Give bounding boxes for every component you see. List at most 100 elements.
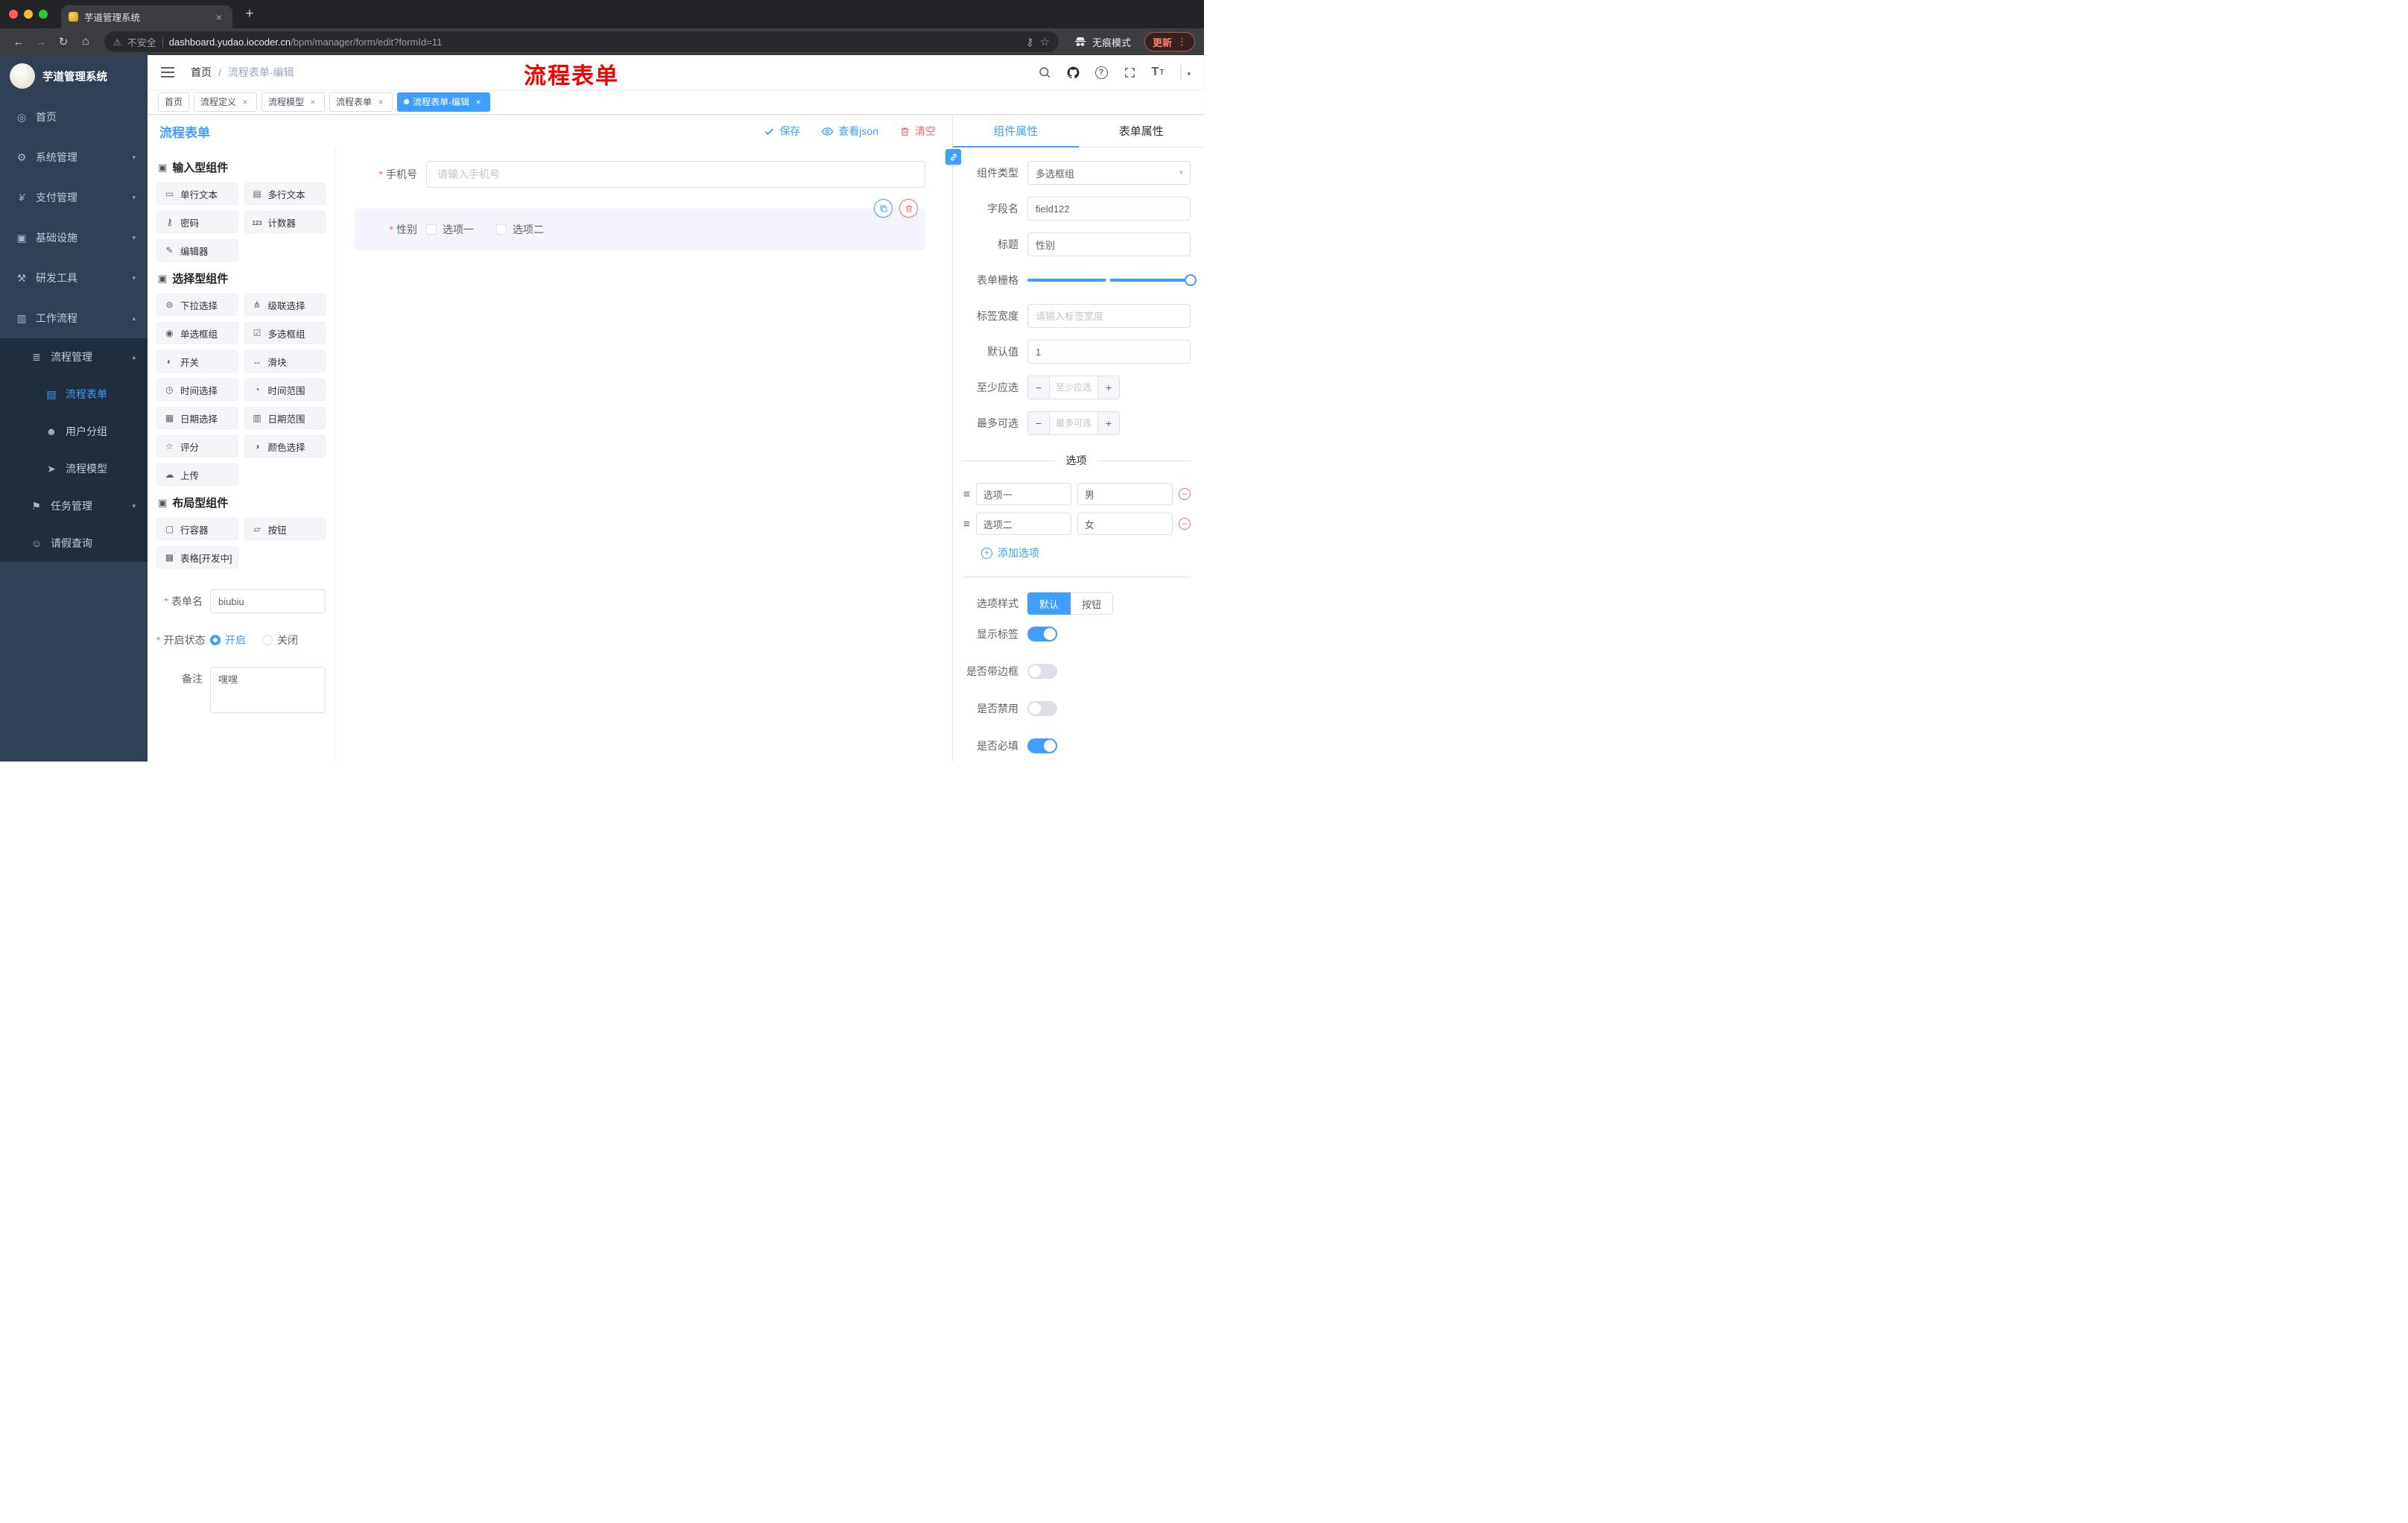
tag-home[interactable]: 首页 (158, 92, 190, 112)
palette-item-editor[interactable]: 编辑器 (156, 239, 238, 262)
sidebar-item-payment[interactable]: 支付管理 (0, 177, 148, 218)
component-type-select[interactable]: 多选框组 (1027, 161, 1191, 185)
minimize-window-button[interactable] (24, 10, 33, 19)
option-label-input[interactable] (975, 483, 1071, 505)
sidebar-item-process-form[interactable]: 流程表单 (0, 376, 148, 413)
clear-button[interactable]: 清空 (899, 124, 936, 139)
sidebar-item-task-management[interactable]: 任务管理 (0, 487, 148, 525)
option-label-input[interactable] (975, 513, 1071, 535)
palette-item-time-range[interactable]: 时间范围 (244, 379, 326, 401)
drag-handle-icon[interactable] (963, 488, 970, 501)
close-icon[interactable] (308, 97, 318, 107)
increase-button[interactable] (1097, 412, 1119, 434)
canvas-field-phone[interactable]: 手机号 (355, 161, 925, 188)
sidebar-item-leave-query[interactable]: 请假查询 (0, 525, 148, 562)
checkbox[interactable] (426, 224, 437, 235)
tab-close-icon[interactable] (213, 11, 225, 23)
style-button-button[interactable]: 按钮 (1071, 592, 1114, 615)
palette-item-checkbox-group[interactable]: 多选框组 (244, 322, 326, 344)
min-select-input[interactable] (1050, 376, 1097, 399)
decrease-button[interactable] (1028, 376, 1050, 399)
option-value-input[interactable] (1077, 513, 1173, 535)
tab-form-props[interactable]: 表单属性 (1079, 115, 1205, 147)
user-avatar[interactable] (1180, 65, 1182, 79)
grid-slider[interactable] (1027, 268, 1197, 292)
help-icon[interactable] (1089, 60, 1113, 84)
disabled-switch[interactable] (1027, 701, 1057, 716)
back-icon[interactable] (9, 32, 28, 51)
checkbox[interactable] (496, 224, 507, 235)
border-switch[interactable] (1027, 664, 1057, 679)
breadcrumb-home[interactable]: 首页 (191, 65, 212, 80)
forward-icon[interactable] (31, 32, 51, 51)
tag-process-form-edit[interactable]: 流程表单-编辑 (397, 92, 491, 112)
slider-handle[interactable] (1185, 274, 1197, 286)
palette-item-select[interactable]: 下拉选择 (156, 294, 238, 316)
close-window-button[interactable] (9, 10, 18, 19)
palette-item-switch[interactable]: 开关 (156, 350, 238, 373)
palette-item-row-container[interactable]: 行容器 (156, 518, 238, 540)
palette-item-date-range[interactable]: 日期范围 (244, 407, 326, 429)
sidebar-item-system[interactable]: 系统管理 (0, 137, 148, 177)
sidebar-item-devtools[interactable]: 研发工具 (0, 258, 148, 298)
palette-item-color-picker[interactable]: 颜色选择 (244, 435, 326, 457)
sidebar-item-workflow[interactable]: 工作流程 (0, 298, 148, 338)
hamburger-menu-icon[interactable] (161, 67, 174, 77)
show-label-switch[interactable] (1027, 627, 1057, 642)
tag-process-model[interactable]: 流程模型 (262, 92, 326, 112)
link-icon[interactable] (945, 149, 961, 165)
font-size-icon[interactable] (1146, 60, 1170, 84)
tab-component-props[interactable]: 组件属性 (953, 115, 1079, 148)
palette-item-slider[interactable]: 滑块 (244, 350, 326, 373)
address-bar[interactable]: 不安全 dashboard.yudao.iocoder.cn/bpm/manag… (104, 31, 1059, 52)
bookmark-star-icon[interactable] (1040, 35, 1050, 48)
gender-option-2[interactable]: 选项二 (496, 222, 544, 237)
tag-process-definition[interactable]: 流程定义 (194, 92, 258, 112)
palette-item-single-line-text[interactable]: 单行文本 (156, 183, 238, 205)
palette-item-radio-group[interactable]: 单选框组 (156, 322, 238, 344)
close-icon[interactable] (376, 97, 386, 107)
phone-input[interactable] (426, 161, 925, 188)
palette-item-rate[interactable]: 评分 (156, 435, 238, 457)
palette-item-time-picker[interactable]: 时间选择 (156, 379, 238, 401)
drag-handle-icon[interactable] (963, 518, 970, 531)
sidebar-item-process-model[interactable]: 流程模型 (0, 450, 148, 487)
palette-item-password[interactable]: 密码 (156, 211, 238, 233)
remark-textarea[interactable]: 嘿嘿 (210, 667, 326, 713)
label-width-input[interactable] (1027, 304, 1191, 328)
field-name-input[interactable] (1027, 197, 1191, 221)
style-default-button[interactable]: 默认 (1027, 592, 1071, 615)
option-value-input[interactable] (1077, 483, 1173, 505)
status-off-radio[interactable]: 关闭 (262, 633, 298, 647)
default-value-input[interactable] (1027, 340, 1191, 364)
save-button[interactable]: 保存 (764, 124, 800, 139)
remove-option-icon[interactable] (1179, 518, 1191, 530)
palette-item-upload[interactable]: 上传 (156, 463, 238, 486)
browser-update-button[interactable]: 更新 (1144, 32, 1195, 51)
password-key-icon[interactable] (1026, 36, 1033, 48)
increase-button[interactable] (1097, 376, 1119, 399)
decrease-button[interactable] (1028, 412, 1050, 434)
delete-component-button[interactable] (899, 199, 918, 218)
canvas-field-gender-selected[interactable]: 性别 选项一 选项二 (355, 199, 925, 250)
reload-icon[interactable] (54, 32, 73, 51)
sidebar-item-user-group[interactable]: 用户分组 (0, 413, 148, 450)
sidebar-item-home[interactable]: 首页 (0, 97, 148, 137)
search-icon[interactable] (1033, 60, 1056, 84)
remove-option-icon[interactable] (1179, 488, 1191, 500)
palette-item-counter[interactable]: 计数器 (244, 211, 326, 233)
maximize-window-button[interactable] (39, 10, 48, 19)
sidebar-item-infrastructure[interactable]: 基础设施 (0, 218, 148, 258)
gender-option-1[interactable]: 选项一 (426, 222, 474, 237)
palette-item-date-picker[interactable]: 日期选择 (156, 407, 238, 429)
close-icon[interactable] (240, 97, 250, 107)
palette-item-textarea[interactable]: 多行文本 (244, 183, 326, 205)
palette-item-cascader[interactable]: 级联选择 (244, 294, 326, 316)
new-tab-button[interactable] (240, 6, 259, 22)
close-icon[interactable] (473, 97, 484, 107)
required-switch[interactable] (1027, 738, 1057, 753)
add-option-button[interactable]: 添加选项 (962, 545, 1191, 560)
status-on-radio[interactable]: 开启 (210, 633, 246, 647)
title-input[interactable] (1027, 232, 1191, 256)
home-icon[interactable] (76, 32, 95, 51)
